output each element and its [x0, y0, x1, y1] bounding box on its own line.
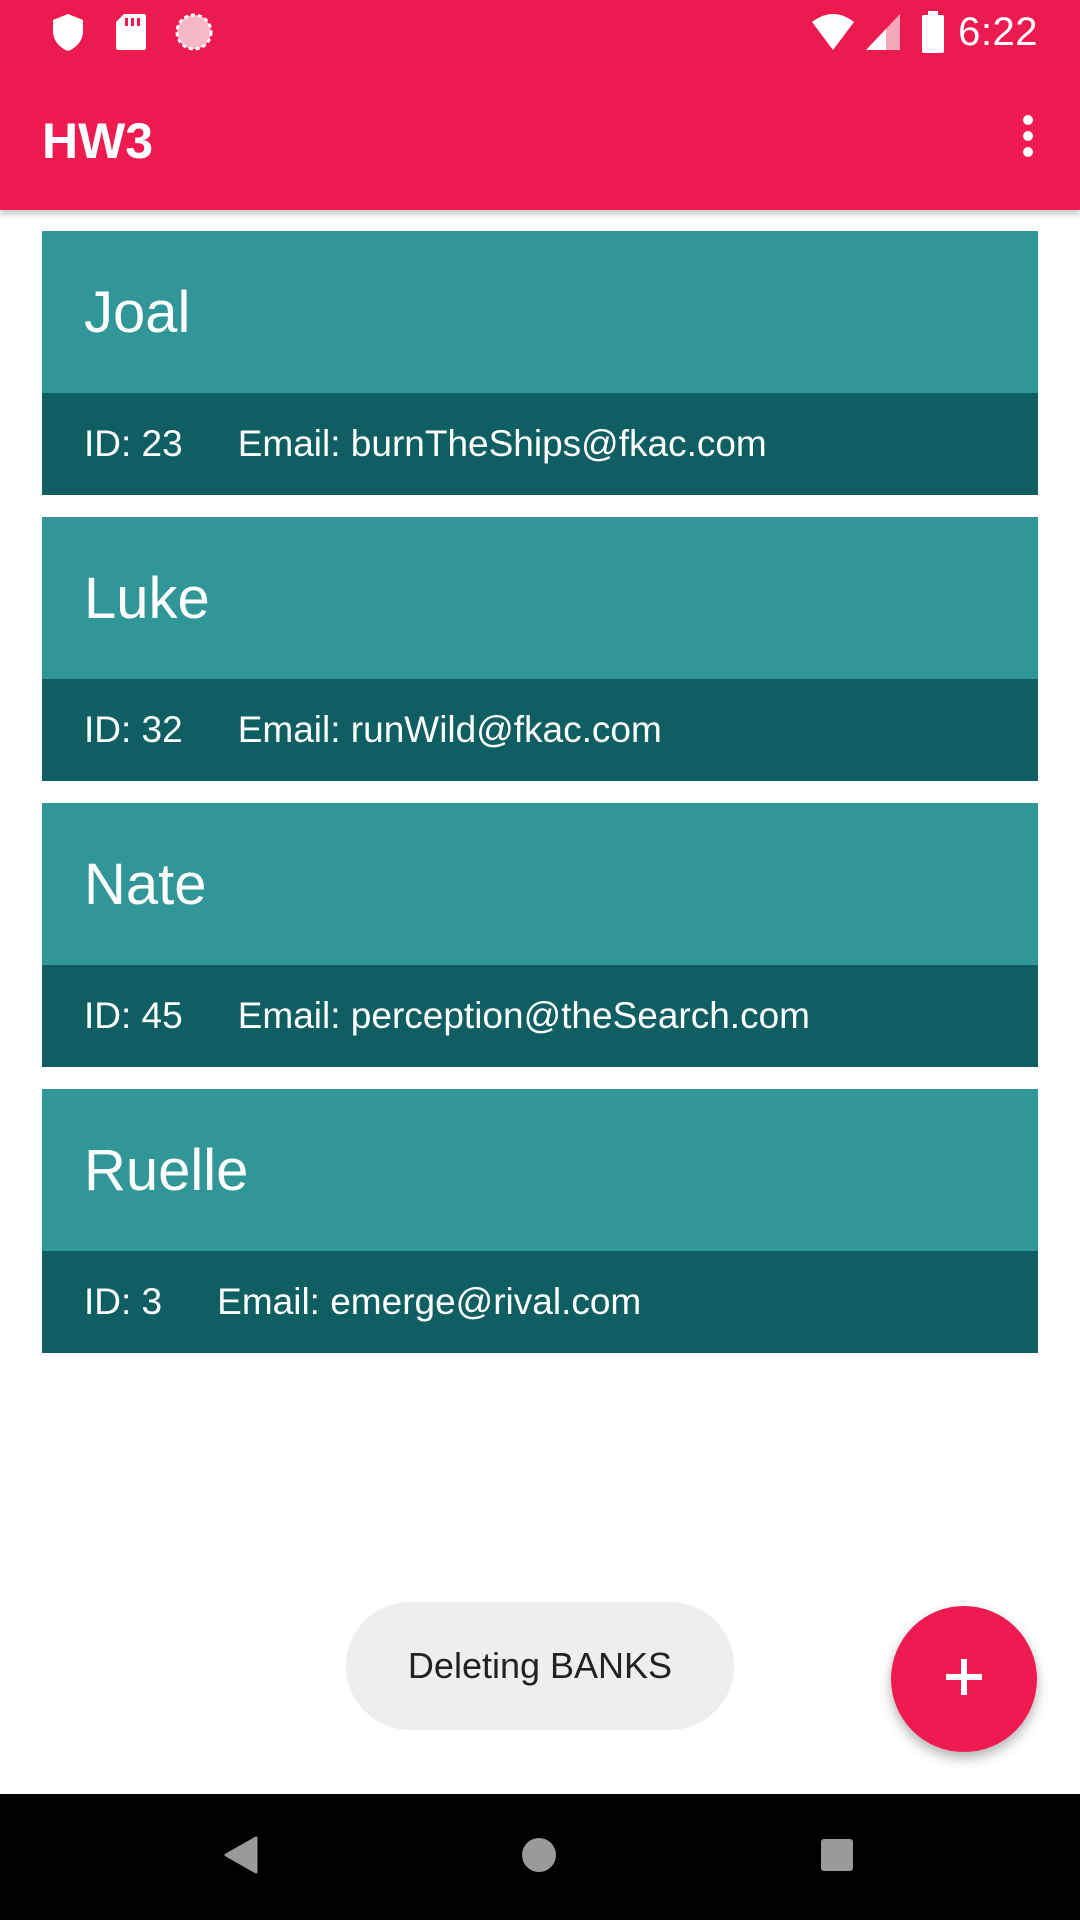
contact-name: Luke: [84, 565, 210, 631]
contact-id: ID: 45: [84, 995, 183, 1036]
contact-id: ID: 32: [84, 709, 183, 750]
contact-name: Joal: [84, 279, 191, 345]
recents-button[interactable]: [804, 1824, 870, 1890]
status-bar: 6:22: [0, 0, 1080, 63]
system-nav-bar: [0, 1794, 1080, 1920]
recents-icon: [820, 1838, 854, 1877]
contact-card[interactable]: Joal ID: 23 Email: burnTheShips@fkac.com: [42, 231, 1038, 495]
app-bar: HW3: [0, 63, 1080, 210]
contact-card-header: Nate: [42, 803, 1038, 965]
contact-id: ID: 23: [84, 423, 183, 464]
more-vert-icon: [1021, 114, 1035, 163]
contact-email: Email: runWild@fkac.com: [237, 709, 662, 750]
contact-email: Email: emerge@rival.com: [217, 1281, 642, 1322]
contact-card-details: ID: 45 Email: perception@theSearch.com: [42, 965, 1038, 1067]
contact-id: ID: 3: [84, 1281, 163, 1322]
add-contact-fab[interactable]: [891, 1606, 1037, 1752]
plus-icon: [944, 1657, 984, 1702]
cell-signal-icon: [864, 12, 902, 57]
contact-card[interactable]: Ruelle ID: 3 Email: emerge@rival.com: [42, 1089, 1038, 1353]
home-icon: [521, 1837, 557, 1878]
back-button[interactable]: [208, 1824, 274, 1890]
contact-card-header: Joal: [42, 231, 1038, 393]
contact-card-details: ID: 23 Email: burnTheShips@fkac.com: [42, 393, 1038, 495]
contact-card-details: ID: 3 Email: emerge@rival.com: [42, 1251, 1038, 1353]
contact-email: Email: burnTheShips@fkac.com: [237, 423, 767, 464]
contact-email: Email: perception@theSearch.com: [237, 995, 810, 1036]
wifi-icon: [810, 12, 856, 57]
contact-card[interactable]: Nate ID: 45 Email: perception@theSearch.…: [42, 803, 1038, 1067]
contact-card[interactable]: Luke ID: 32 Email: runWild@fkac.com: [42, 517, 1038, 781]
toast-message: Deleting BANKS: [346, 1602, 734, 1730]
shield-icon: [50, 12, 86, 57]
app-title: HW3: [42, 113, 154, 169]
battery-icon: [920, 10, 946, 59]
contact-name: Ruelle: [84, 1137, 249, 1203]
contact-card-details: ID: 32 Email: runWild@fkac.com: [42, 679, 1038, 781]
contact-card-header: Ruelle: [42, 1089, 1038, 1251]
contact-name: Nate: [84, 851, 207, 917]
overflow-menu-button[interactable]: [996, 103, 1060, 173]
home-button[interactable]: [506, 1824, 572, 1890]
sd-card-icon: [114, 12, 148, 57]
contact-card-header: Luke: [42, 517, 1038, 679]
status-time: 6:22: [958, 10, 1038, 54]
back-icon: [224, 1836, 258, 1879]
sync-icon: [174, 12, 214, 57]
